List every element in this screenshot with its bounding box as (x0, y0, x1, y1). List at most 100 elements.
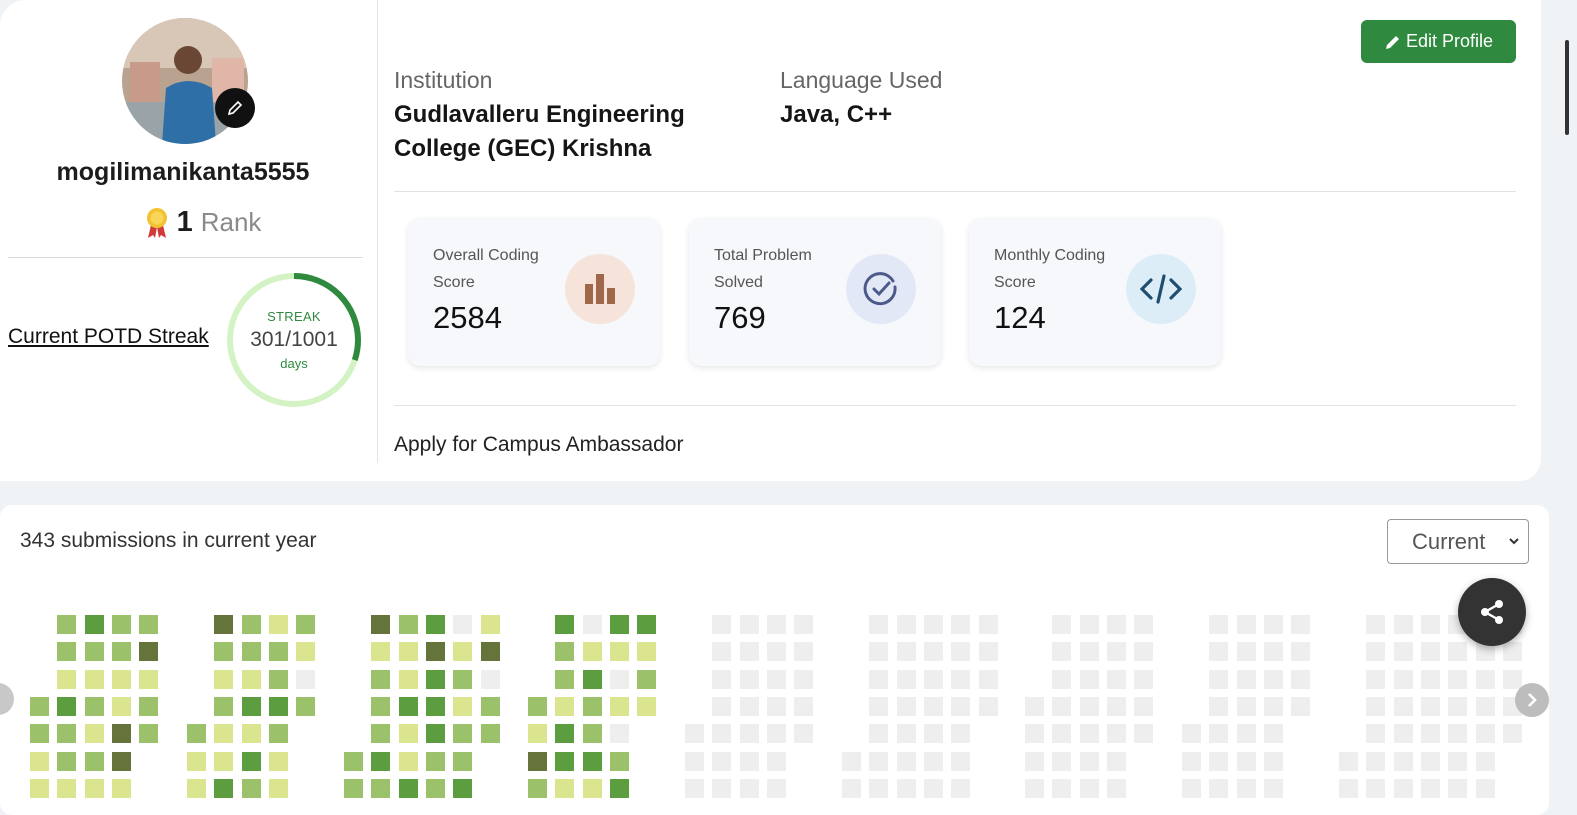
heatmap-cell[interactable] (978, 615, 998, 634)
heatmap-cell[interactable] (1420, 778, 1440, 798)
heatmap-cell[interactable] (1236, 642, 1256, 662)
heatmap-cell[interactable] (241, 778, 261, 798)
heatmap-cell[interactable] (111, 724, 131, 744)
heatmap-cell[interactable] (398, 751, 418, 771)
heatmap-cell[interactable] (1366, 778, 1386, 798)
heatmap-cell[interactable] (923, 615, 943, 634)
heatmap-cell[interactable] (1052, 615, 1072, 634)
heatmap-cell[interactable] (453, 615, 473, 634)
heatmap-cell[interactable] (582, 724, 602, 744)
heatmap-cell[interactable] (923, 724, 943, 744)
heatmap-cell[interactable] (1263, 669, 1283, 689)
heatmap-cell[interactable] (241, 724, 261, 744)
heatmap-cell[interactable] (766, 724, 786, 744)
heatmap-cell[interactable] (187, 724, 206, 744)
heatmap-cell[interactable] (1448, 642, 1468, 662)
heatmap-cell[interactable] (425, 724, 445, 744)
heatmap-cell[interactable] (951, 642, 971, 662)
heatmap-cell[interactable] (1209, 642, 1229, 662)
heatmap-cell[interactable] (1475, 669, 1495, 689)
heatmap-cell[interactable] (84, 724, 104, 744)
heatmap-cell[interactable] (1263, 642, 1283, 662)
heatmap-cell[interactable] (685, 751, 704, 771)
heatmap-cell[interactable] (978, 669, 998, 689)
heatmap-cell[interactable] (1025, 696, 1044, 716)
heatmap-cell[interactable] (896, 615, 916, 634)
heatmap-cell[interactable] (923, 778, 943, 798)
heatmap-cell[interactable] (896, 751, 916, 771)
heatmap-cell[interactable] (923, 696, 943, 716)
heatmap-cell[interactable] (896, 669, 916, 689)
heatmap-cell[interactable] (739, 642, 759, 662)
heatmap-cell[interactable] (480, 696, 500, 716)
heatmap-cell[interactable] (1420, 696, 1440, 716)
heatmap-cell[interactable] (766, 751, 786, 771)
heatmap-cell[interactable] (344, 751, 363, 771)
heatmap-cell[interactable] (1448, 696, 1468, 716)
heatmap-cell[interactable] (371, 696, 391, 716)
heatmap-cell[interactable] (1209, 615, 1229, 634)
heatmap-cell[interactable] (869, 696, 889, 716)
heatmap-cell[interactable] (1393, 778, 1413, 798)
heatmap-cell[interactable] (1263, 778, 1283, 798)
heatmap-cell[interactable] (869, 724, 889, 744)
heatmap-cell[interactable] (425, 642, 445, 662)
heatmap-cell[interactable] (84, 615, 104, 634)
heatmap-cell[interactable] (766, 696, 786, 716)
heatmap-cell[interactable] (951, 724, 971, 744)
heatmap-cell[interactable] (739, 696, 759, 716)
heatmap-cell[interactable] (1052, 669, 1072, 689)
heatmap-cell[interactable] (84, 778, 104, 798)
heatmap-cell[interactable] (30, 778, 49, 798)
page-scrollbar[interactable] (1565, 40, 1569, 135)
heatmap-cell[interactable] (766, 669, 786, 689)
heatmap-cell[interactable] (1420, 642, 1440, 662)
heatmap-cell[interactable] (268, 751, 288, 771)
heatmap-cell[interactable] (1366, 642, 1386, 662)
heatmap-cell[interactable] (111, 642, 131, 662)
heatmap-cell[interactable] (712, 724, 732, 744)
heatmap-cell[interactable] (896, 642, 916, 662)
heatmap-cell[interactable] (241, 615, 261, 634)
heatmap-cell[interactable] (1236, 669, 1256, 689)
campus-ambassador-link[interactable]: Apply for Campus Ambassador (394, 433, 683, 457)
heatmap-cell[interactable] (480, 669, 500, 689)
heatmap-cell[interactable] (111, 615, 131, 634)
heatmap-cell[interactable] (1475, 778, 1495, 798)
heatmap-cell[interactable] (842, 778, 861, 798)
heatmap-cell[interactable] (30, 751, 49, 771)
heatmap-cell[interactable] (371, 751, 391, 771)
heatmap-cell[interactable] (1475, 724, 1495, 744)
heatmap-cell[interactable] (1079, 696, 1099, 716)
heatmap-cell[interactable] (685, 778, 704, 798)
heatmap-cell[interactable] (555, 615, 575, 634)
heatmap-cell[interactable] (187, 778, 206, 798)
heatmap-cell[interactable] (268, 669, 288, 689)
heatmap-cell[interactable] (794, 642, 814, 662)
heatmap-cell[interactable] (268, 642, 288, 662)
heatmap-cell[interactable] (1182, 778, 1201, 798)
heatmap-cell[interactable] (398, 724, 418, 744)
heatmap-cell[interactable] (528, 751, 547, 771)
heatmap-cell[interactable] (951, 669, 971, 689)
heatmap-cell[interactable] (712, 778, 732, 798)
heatmap-cell[interactable] (1079, 642, 1099, 662)
heatmap-cell[interactable] (609, 778, 629, 798)
heatmap-cell[interactable] (582, 778, 602, 798)
heatmap-cell[interactable] (978, 696, 998, 716)
heatmap-cell[interactable] (1420, 669, 1440, 689)
heatmap-cell[interactable] (296, 642, 316, 662)
heatmap-cell[interactable] (1236, 696, 1256, 716)
heatmap-cell[interactable] (371, 615, 391, 634)
heatmap-cell[interactable] (214, 724, 234, 744)
heatmap-cell[interactable] (766, 778, 786, 798)
heatmap-cell[interactable] (1236, 751, 1256, 771)
heatmap-cell[interactable] (453, 778, 473, 798)
heatmap-cell[interactable] (111, 778, 131, 798)
heatmap-cell[interactable] (712, 615, 732, 634)
heatmap-cell[interactable] (609, 724, 629, 744)
heatmap-cell[interactable] (1052, 642, 1072, 662)
heatmap-cell[interactable] (371, 642, 391, 662)
heatmap-cell[interactable] (1079, 778, 1099, 798)
heatmap-cell[interactable] (1339, 751, 1358, 771)
